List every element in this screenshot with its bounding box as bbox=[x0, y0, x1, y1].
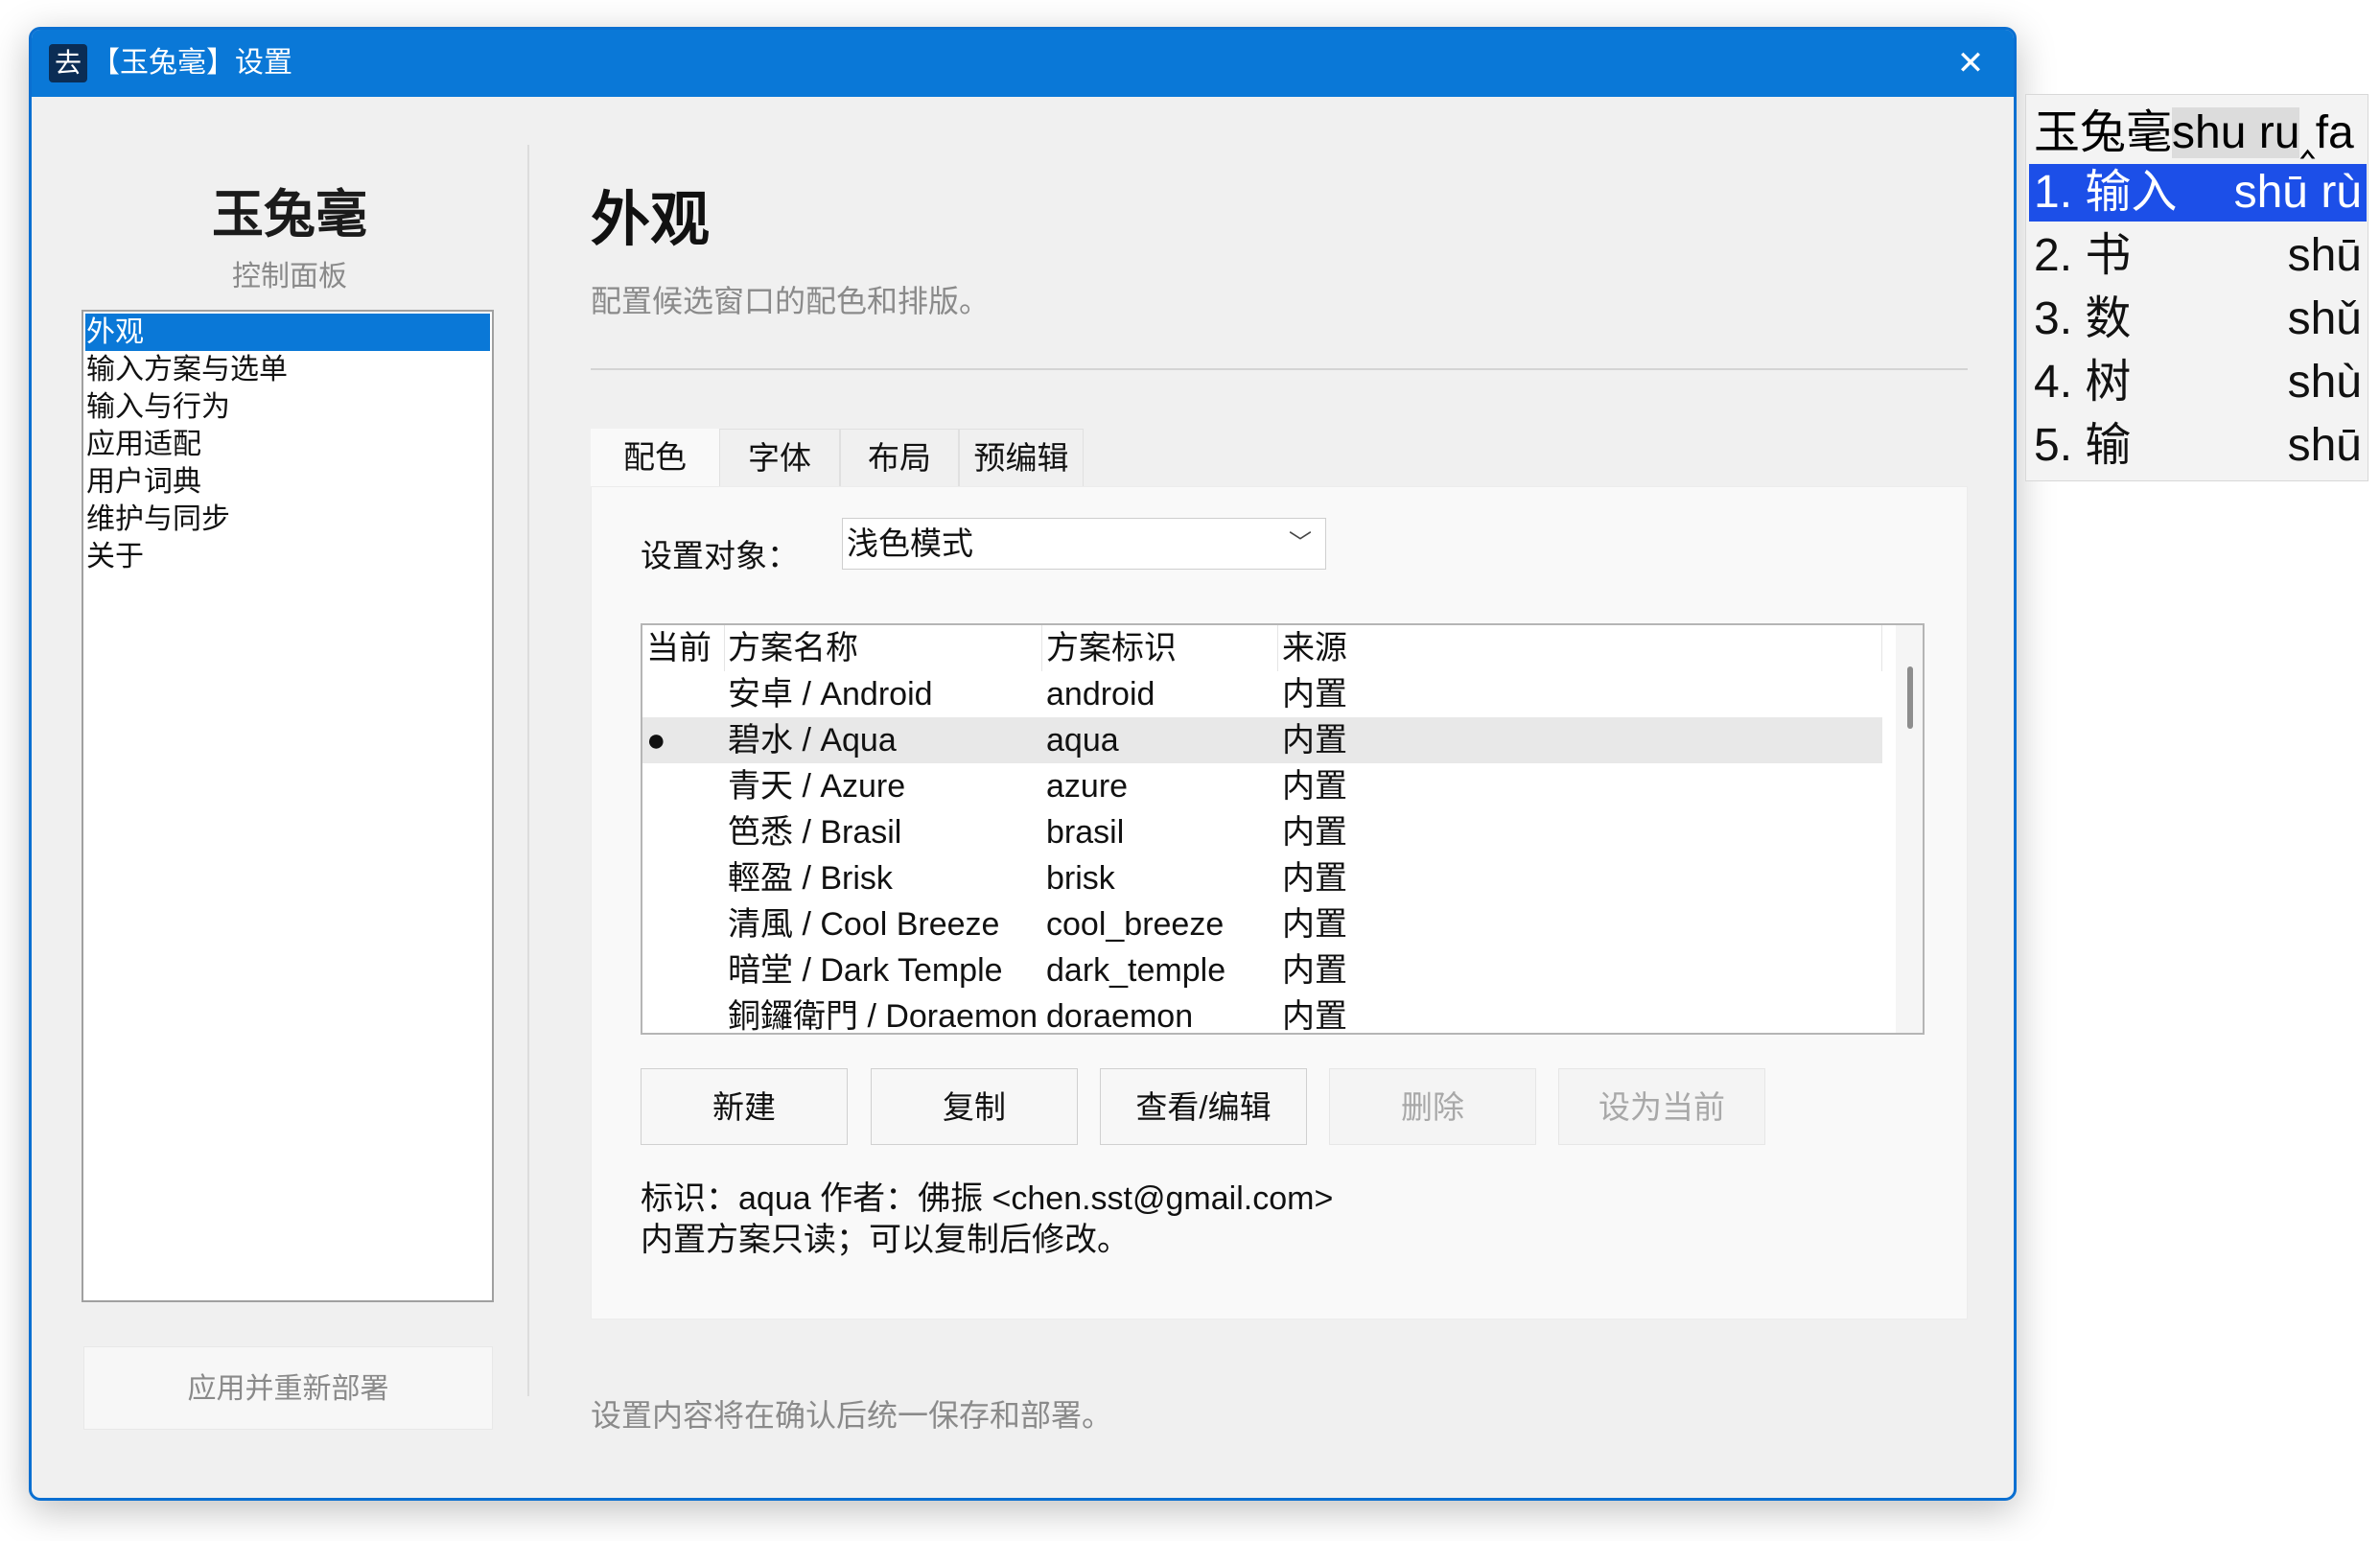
column-header-current[interactable]: 当前 bbox=[646, 625, 712, 671]
scheme-readonly-note: 内置方案只读；可以复制后修改。 bbox=[641, 1222, 1130, 1258]
candidate-item[interactable]: 3. 数 shǔ bbox=[2029, 291, 2367, 348]
sidebar-item-input-behavior[interactable]: 输入与行为 bbox=[85, 388, 490, 426]
apply-redeploy-button[interactable]: 应用并重新部署 bbox=[83, 1346, 493, 1430]
cell-source: 内置 bbox=[1282, 722, 1347, 759]
cell-name[interactable]: 輕盈 / Brisk bbox=[728, 855, 893, 901]
cell-source: 内置 bbox=[1282, 952, 1347, 989]
app-icon: 去 bbox=[49, 44, 87, 82]
header-separator bbox=[1881, 625, 1882, 671]
new-button[interactable]: 新建 bbox=[641, 1068, 848, 1145]
sidebar-item-maintenance-sync[interactable]: 维护与同步 bbox=[85, 501, 490, 538]
column-header-name[interactable]: 方案名称 bbox=[728, 625, 858, 671]
header-separator bbox=[1041, 625, 1042, 671]
sidebar-item-user-dictionary[interactable]: 用户词典 bbox=[85, 463, 490, 501]
caret-icon: ‸ bbox=[2299, 107, 2316, 158]
cell-id: aqua bbox=[1046, 722, 1119, 759]
delete-button[interactable]: 删除 bbox=[1329, 1068, 1536, 1145]
cell-source: 内置 bbox=[1282, 676, 1347, 712]
target-select-value: 浅色模式 bbox=[847, 525, 973, 561]
page-title: 外观 bbox=[591, 187, 711, 253]
cell-source: 内置 bbox=[1282, 998, 1347, 1035]
candidate-pinyin: shū rù bbox=[2233, 167, 2362, 218]
cell-name[interactable]: 碧水 / Aqua bbox=[728, 717, 897, 763]
cell-id: cool_breeze bbox=[1046, 906, 1225, 943]
candidate-pinyin: shū bbox=[2287, 420, 2362, 471]
candidate-item[interactable]: 5. 输 shū bbox=[2029, 417, 2367, 475]
scrollbar-thumb[interactable] bbox=[1907, 666, 1913, 729]
candidate-text: 3. 数 bbox=[2034, 293, 2132, 344]
tab-font[interactable]: 字体 bbox=[719, 429, 840, 486]
cell-id: doraemon bbox=[1046, 998, 1194, 1035]
view-edit-button[interactable]: 查看/编辑 bbox=[1100, 1068, 1307, 1145]
copy-button[interactable]: 复制 bbox=[871, 1068, 1078, 1145]
sidebar-item-appearance[interactable]: 外观 bbox=[85, 314, 490, 351]
preedit-highlight: shu ru bbox=[2172, 107, 2300, 158]
tab-layout[interactable]: 布局 bbox=[840, 429, 959, 486]
candidate-pinyin: shǔ bbox=[2287, 293, 2362, 344]
cell-name[interactable]: 青天 / Azure bbox=[728, 763, 905, 809]
cell-source: 内置 bbox=[1282, 814, 1347, 851]
sidebar-nav: 外观 输入方案与选单 输入与行为 应用适配 用户词典 维护与同步 关于 bbox=[82, 310, 494, 1302]
scheme-info-line: 标识：aqua 作者：佛振 <chen.sst@gmail.com> bbox=[641, 1180, 1334, 1217]
preedit-line: 玉兔毫shu ru‸fa bbox=[2034, 106, 2354, 160]
candidate-item[interactable]: 4. 树 shù bbox=[2029, 354, 2367, 411]
header-separator bbox=[1277, 625, 1278, 671]
title-bar[interactable]: 去 【玉兔毫】设置 ✕ bbox=[32, 30, 2014, 97]
target-label: 设置对象： bbox=[641, 538, 799, 573]
candidate-text: 5. 输 bbox=[2034, 420, 2132, 471]
candidate-pinyin: shū bbox=[2287, 230, 2362, 281]
preedit-prefix: 玉兔毫 bbox=[2034, 107, 2173, 158]
window-title: 【玉兔毫】设置 bbox=[91, 47, 292, 79]
target-select[interactable]: 浅色模式 ﹀ bbox=[842, 518, 1326, 570]
cell-source: 内置 bbox=[1282, 768, 1347, 805]
sidebar-item-about[interactable]: 关于 bbox=[85, 538, 490, 575]
color-scheme-table[interactable]: 当前 方案名称 方案标识 来源 安卓 / Android android 内置 … bbox=[641, 623, 1925, 1035]
cell-id: brasil bbox=[1046, 814, 1125, 851]
footer-note: 设置内容将在确认后统一保存和部署。 bbox=[591, 1398, 1113, 1433]
column-header-source[interactable]: 来源 bbox=[1282, 625, 1347, 671]
candidate-text: 4. 树 bbox=[2034, 357, 2132, 408]
section-divider bbox=[591, 368, 1968, 370]
cell-name[interactable]: 暗堂 / Dark Temple bbox=[728, 947, 1003, 993]
brand-subtitle: 控制面板 bbox=[232, 261, 347, 292]
cell-source: 内置 bbox=[1282, 860, 1347, 897]
candidate-text: 1. 输入 bbox=[2034, 167, 2178, 218]
candidate-pinyin: shù bbox=[2287, 357, 2362, 408]
vertical-divider bbox=[527, 145, 529, 1396]
cell-name[interactable]: 清風 / Cool Breeze bbox=[728, 901, 999, 947]
page-description: 配置候选窗口的配色和排版。 bbox=[591, 284, 991, 318]
candidate-item[interactable]: 1. 输入 shū rù bbox=[2029, 164, 2367, 222]
cell-name[interactable]: 安卓 / Android bbox=[728, 671, 933, 717]
header-separator bbox=[724, 625, 725, 671]
cell-name[interactable]: 笆悉 / Brasil bbox=[728, 809, 901, 855]
sidebar-item-app-adaptation[interactable]: 应用适配 bbox=[85, 426, 490, 463]
candidate-item[interactable]: 2. 书 shū bbox=[2029, 227, 2367, 285]
chevron-down-icon: ﹀ bbox=[1289, 530, 1312, 556]
brand-name: 玉兔毫 bbox=[212, 186, 367, 244]
close-button[interactable]: ✕ bbox=[1948, 41, 1993, 85]
cell-id: brisk bbox=[1046, 860, 1115, 897]
close-icon: ✕ bbox=[1956, 45, 1985, 82]
cell-id: android bbox=[1046, 676, 1155, 712]
preedit-rest: fa bbox=[2315, 107, 2354, 158]
cell-current: ● bbox=[646, 722, 666, 759]
cell-source: 内置 bbox=[1282, 906, 1347, 943]
set-current-button[interactable]: 设为当前 bbox=[1558, 1068, 1765, 1145]
tab-preedit[interactable]: 预编辑 bbox=[959, 429, 1084, 486]
settings-window: 去 【玉兔毫】设置 ✕ 玉兔毫 控制面板 外观 输入方案与选单 输入与行为 应用… bbox=[29, 27, 2017, 1501]
column-header-id[interactable]: 方案标识 bbox=[1046, 625, 1177, 671]
cell-name[interactable]: 銅鑼衛門 / Doraemon bbox=[728, 993, 1038, 1033]
table-scrollbar[interactable] bbox=[1896, 625, 1923, 1033]
candidate-text: 2. 书 bbox=[2034, 230, 2132, 281]
candidate-popup: 玉兔毫shu ru‸fa 1. 输入 shū rù 2. 书 shū 3. 数 … bbox=[2025, 94, 2368, 481]
cell-id: azure bbox=[1046, 768, 1129, 805]
cell-id: dark_temple bbox=[1046, 952, 1226, 989]
tab-colors[interactable]: 配色 bbox=[591, 429, 719, 486]
sidebar-item-schemes-menus[interactable]: 输入方案与选单 bbox=[85, 351, 490, 388]
